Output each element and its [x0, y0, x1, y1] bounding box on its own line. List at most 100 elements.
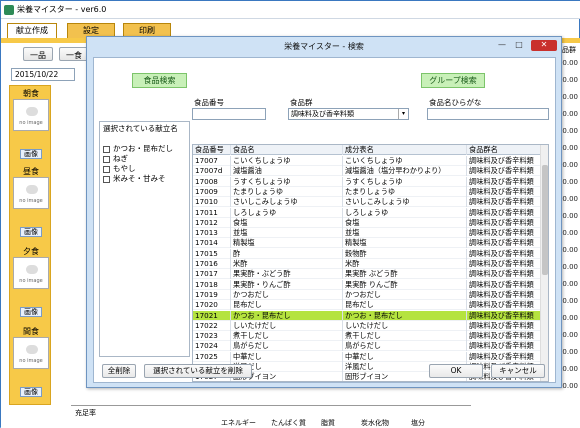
table-row[interactable]: 17021 かつお・昆布だし かつお・昆布だし 調味料及び香辛料類 — [193, 310, 542, 321]
summary-label: 充足率 — [75, 409, 96, 417]
nutrient-value: 0.00 — [562, 280, 578, 288]
table-cell: 減塩醤油 — [231, 166, 343, 177]
table-cell: たまりしょうゆ — [343, 186, 467, 197]
minimize-icon[interactable]: — — [495, 40, 509, 51]
meal-label-breakfast: 朝食 — [23, 89, 39, 98]
nutrient-value: 0.00 — [562, 297, 578, 305]
table-cell: 17008 — [193, 176, 231, 187]
single-dish-button[interactable]: 一品 — [23, 47, 53, 61]
checkbox[interactable] — [103, 146, 110, 153]
col-food-no[interactable]: 食品番号 — [193, 145, 231, 155]
selected-menu-item-label: ねぎ — [113, 154, 128, 163]
table-row[interactable]: 17013 並塩 並塩 調味料及び香辛料類 — [193, 228, 542, 239]
selected-menu-item-label: もやし — [113, 164, 136, 173]
table-row[interactable]: 17008 うすくちしょうゆ うすくちしょうゆ 調味料及び香辛料類 — [193, 176, 542, 187]
nutrient-value: 0.00 — [562, 314, 578, 322]
ok-button[interactable]: OK — [429, 364, 483, 378]
table-cell: 17024 — [193, 341, 231, 352]
table-cell: 鳥がらだし — [343, 341, 467, 352]
table-row[interactable]: 17014 精製塩 精製塩 調味料及び香辛料類 — [193, 238, 542, 249]
table-row[interactable]: 17020 昆布だし 昆布だし 調味料及び香辛料類 — [193, 300, 542, 311]
tab-menu-create[interactable]: 献立作成 — [7, 23, 57, 39]
food-no-label: 食品番号 — [194, 98, 224, 107]
food-search-button[interactable]: 食品検索 — [132, 73, 187, 88]
table-cell: 米酢 — [231, 259, 343, 269]
table-row[interactable]: 17023 煮干しだし 煮干しだし 調味料及び香辛料類 — [193, 331, 542, 342]
food-no-input[interactable] — [192, 108, 266, 120]
table-row[interactable]: 17019 かつおだし かつおだし 調味料及び香辛料類 — [193, 289, 542, 300]
table-cell: 並塩 — [343, 228, 467, 239]
table-row[interactable]: 17024 鳥がらだし 鳥がらだし 調味料及び香辛料類 — [193, 341, 542, 352]
close-icon[interactable]: ✕ — [531, 40, 557, 51]
date-field[interactable]: 2015/10/22 — [11, 68, 75, 81]
table-cell: こいくちしょうゆ — [231, 156, 343, 166]
image-placeholder-icon — [26, 185, 38, 194]
grid-scrollbar[interactable] — [540, 145, 548, 381]
no-image-text: no image — [19, 198, 43, 204]
table-row[interactable]: 17025 中華だし 中華だし 調味料及び香辛料類 — [193, 351, 542, 362]
table-row[interactable]: 17016 米酢 米酢 調味料及び香辛料類 — [193, 259, 542, 269]
selected-menu-list: 選択されている献立名 かつお・昆布だし ねぎ もやし 米みそ・甘みそ — [99, 121, 190, 357]
table-cell: 果実酢・りんご酢 — [231, 279, 343, 290]
table-row[interactable]: 17015 酢穀物酢 調味料及び香辛料類 — [193, 248, 542, 259]
checkbox[interactable] — [103, 166, 110, 173]
table-row[interactable]: 17012 食塩 食塩 調味料及び香辛料類 — [193, 217, 542, 228]
table-cell: 調味料及び香辛料類 — [467, 217, 542, 228]
table-cell: 17025 — [193, 351, 231, 362]
table-cell: うすくちしょうゆ — [231, 176, 343, 187]
nutrient-value: 0.00 — [562, 195, 578, 203]
table-cell: 17007d — [193, 166, 231, 177]
table-cell: 精製塩 — [231, 238, 343, 249]
table-cell: 調味料及び香辛料類 — [467, 228, 542, 239]
selected-menu-item[interactable]: ねぎ — [100, 154, 189, 164]
nutrient-value: 0.00 — [562, 348, 578, 356]
dinner-image-button[interactable]: 画像 — [20, 307, 42, 317]
table-cell: 調味料及び香辛料類 — [467, 166, 542, 177]
table-cell: 調味料及び香辛料類 — [467, 197, 542, 208]
table-row[interactable]: 17007d 減塩醤油 減塩醤油（塩分早わかりより） 調味料及び香辛料類 — [193, 166, 542, 177]
selected-menu-item-label: かつお・昆布だし — [113, 144, 173, 153]
table-cell: かつお・昆布だし — [231, 310, 343, 321]
table-row[interactable]: 17018 果実酢・りんご酢 果実酢 りんご酢 調味料及び香辛料類 — [193, 279, 542, 290]
table-cell: 酢 — [231, 248, 343, 259]
clear-selected-button[interactable]: 選択されている献立を削除 — [144, 364, 252, 378]
nutrient-value: 0.00 — [562, 110, 578, 118]
table-cell: 調味料及び香辛料類 — [467, 279, 542, 290]
table-row[interactable]: 17011 しろしょうゆ しろしょうゆ 調味料及び香辛料類 — [193, 207, 542, 218]
table-row[interactable]: 17010 さいしこみしょうゆ さいしこみしょうゆ 調味料及び香辛料類 — [193, 197, 542, 208]
selected-menu-item[interactable]: 米みそ・甘みそ — [100, 174, 189, 184]
cancel-button[interactable]: キャンセル — [491, 364, 545, 378]
table-row[interactable]: 17007 こいくちしょうゆ こいくちしょうゆ 調味料及び香辛料類 — [193, 156, 542, 166]
breakfast-image-button[interactable]: 画像 — [20, 149, 42, 159]
table-row[interactable]: 17017 果実酢・ぶどう酢 果実酢 ぶどう酢 調味料及び香辛料類 — [193, 269, 542, 280]
table-cell: 煮干しだし — [231, 331, 343, 342]
table-cell: 調味料及び香辛料類 — [467, 176, 542, 187]
table-cell: 調味料及び香辛料類 — [467, 310, 542, 321]
lunch-image-button[interactable]: 画像 — [20, 227, 42, 237]
chevron-down-icon: ▾ — [398, 109, 408, 119]
col-table-name[interactable]: 成分表名 — [343, 145, 467, 155]
selected-menu-item[interactable]: かつお・昆布だし — [100, 144, 189, 154]
table-cell: 中華だし — [343, 351, 467, 362]
table-cell: 食塩 — [231, 217, 343, 228]
col-group-name[interactable]: 食品群名 — [467, 145, 542, 155]
table-cell: 昆布だし — [343, 300, 467, 311]
single-meal-button[interactable]: 一食 — [59, 47, 89, 61]
food-kana-input[interactable] — [427, 108, 549, 120]
table-cell: 調味料及び香辛料類 — [467, 248, 542, 259]
checkbox[interactable] — [103, 156, 110, 163]
table-row[interactable]: 17022 しいたけだし しいたけだし 調味料及び香辛料類 — [193, 320, 542, 331]
clear-all-button[interactable]: 全削除 — [102, 364, 136, 378]
scroll-thumb[interactable] — [542, 165, 548, 275]
food-group-select[interactable]: 調味料及び香辛料類 ▾ — [288, 108, 409, 120]
snack-image-button[interactable]: 画像 — [20, 387, 42, 397]
meal-label-lunch: 昼食 — [23, 167, 39, 176]
table-cell: 調味料及び香辛料類 — [467, 186, 542, 197]
food-results-grid: 食品番号 食品名 成分表名 食品群名 17007 こいくちしょうゆ こいくちしょうゆ… — [192, 144, 549, 382]
table-row[interactable]: 17009 たまりしょうゆ たまりしょうゆ 調味料及び香辛料類 — [193, 186, 542, 197]
group-search-button[interactable]: グループ検索 — [421, 73, 485, 88]
checkbox[interactable] — [103, 176, 110, 183]
maximize-icon[interactable]: □ — [512, 40, 526, 51]
col-food-name[interactable]: 食品名 — [231, 145, 343, 155]
selected-menu-item[interactable]: もやし — [100, 164, 189, 174]
